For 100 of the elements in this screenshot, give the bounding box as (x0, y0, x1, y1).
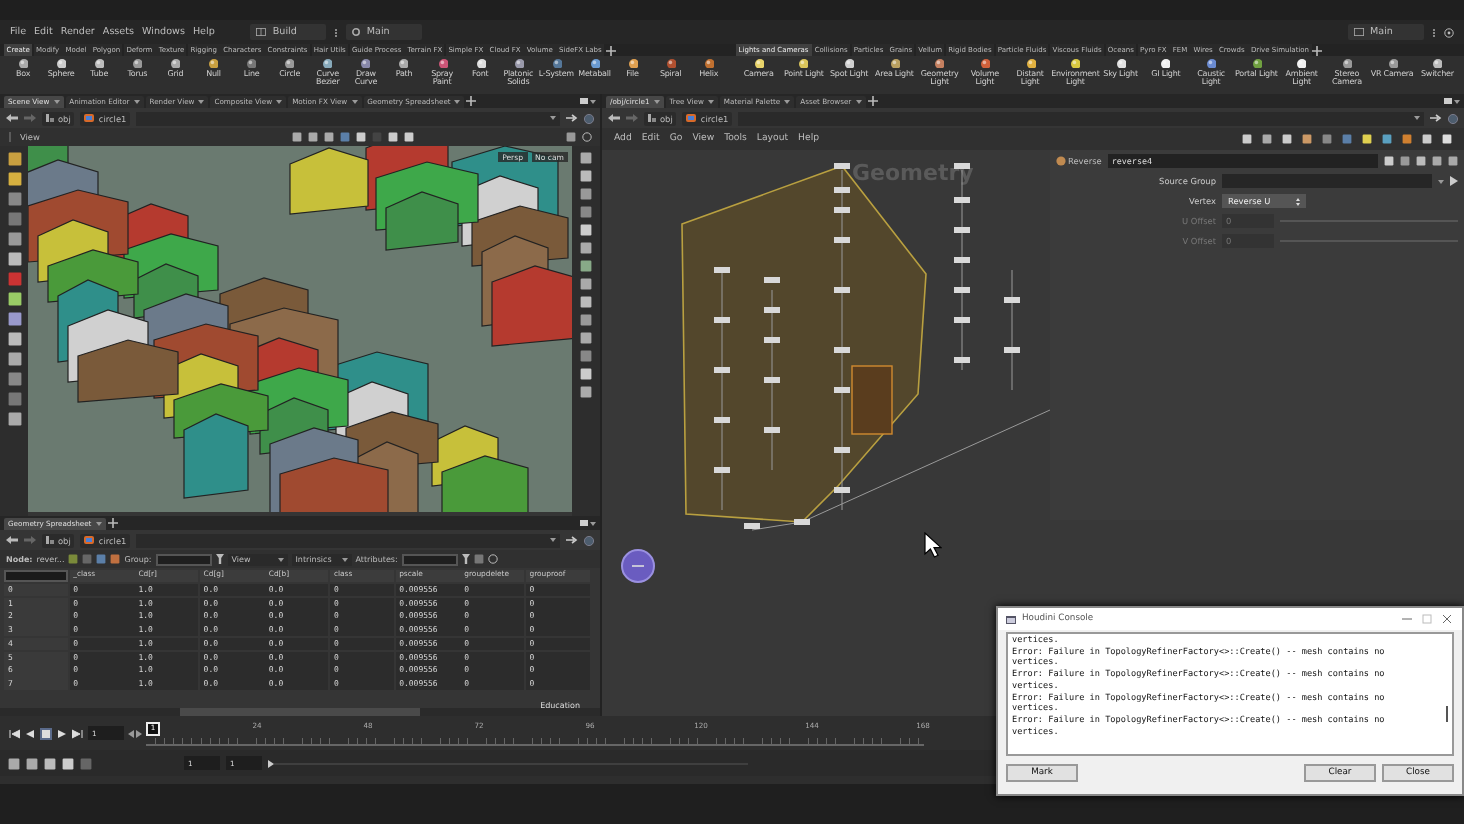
help-icon[interactable] (1444, 27, 1454, 37)
tool-icon (437, 58, 448, 68)
tool-icon (1206, 58, 1217, 68)
caret-icon (1454, 99, 1460, 103)
tool-icon (18, 58, 29, 68)
jump-start-icon[interactable] (8, 727, 20, 739)
tool-icon (513, 58, 524, 68)
caret-icon (590, 99, 596, 103)
tool-icon (1251, 58, 1262, 68)
network-level-icon (46, 114, 54, 122)
gear-icon (352, 28, 361, 36)
stop-icon[interactable] (40, 727, 52, 739)
tool-icon (56, 58, 67, 68)
tool-icon (475, 58, 486, 68)
tool-icon (844, 58, 855, 68)
geometry-node-icon (84, 536, 95, 544)
tool-icon (798, 58, 809, 68)
settings-icon[interactable] (473, 554, 484, 564)
tool-icon (889, 58, 900, 68)
tool-icon (1025, 58, 1036, 68)
plus-icon[interactable] (1312, 45, 1323, 55)
globe-icon[interactable] (1448, 113, 1458, 123)
node-icon[interactable] (68, 554, 79, 564)
back-arrow-icon[interactable] (6, 114, 18, 122)
step-icon[interactable] (128, 729, 142, 737)
tool-icon (753, 58, 764, 68)
tool-icon (551, 58, 562, 68)
plus-icon[interactable] (605, 45, 616, 55)
caret-icon (198, 99, 205, 103)
network-level-icon (46, 536, 54, 544)
caret-icon (133, 99, 140, 103)
tool-icon (1432, 58, 1443, 68)
help-icon[interactable] (487, 554, 498, 564)
plus-icon[interactable] (107, 518, 118, 528)
viewport-option-icon[interactable] (566, 132, 576, 142)
console-window-icon (1006, 615, 1016, 623)
plus-icon[interactable] (466, 96, 477, 106)
caret-icon (277, 557, 284, 561)
tool-icon (132, 58, 143, 68)
pin-icon[interactable] (566, 536, 578, 544)
back-arrow-icon[interactable] (608, 114, 620, 122)
tool-icon (1160, 58, 1171, 68)
plus-icon[interactable] (867, 96, 878, 106)
globe-icon[interactable] (584, 113, 594, 123)
vertices-icon[interactable] (96, 554, 107, 564)
help-icon[interactable] (582, 132, 592, 142)
caret-icon (341, 557, 348, 561)
pin-icon[interactable] (1430, 114, 1442, 122)
tool-icon (1070, 58, 1081, 68)
scrollbar-thumb[interactable] (1446, 706, 1448, 722)
tool-icon (1115, 58, 1126, 68)
tool-icon (589, 58, 600, 68)
pin-icon[interactable] (566, 114, 578, 122)
geometry-node-icon (686, 114, 697, 122)
close-icon[interactable] (1440, 614, 1454, 624)
geometry-node-icon (84, 114, 95, 122)
arrow-icon[interactable] (1450, 176, 1458, 186)
caret-icon (550, 116, 556, 120)
tool-icon (934, 58, 945, 68)
reverse-node-icon (1056, 156, 1066, 166)
tool-icon (1387, 58, 1398, 68)
tool-icon (94, 58, 105, 68)
panes-icon (1354, 28, 1364, 36)
tool-icon (246, 58, 257, 68)
caret-icon (276, 99, 283, 103)
tool-icon (322, 58, 333, 68)
tool-icon (1341, 58, 1352, 68)
caret-icon (590, 521, 596, 525)
network-level-icon (648, 114, 656, 122)
tool-icon (703, 58, 714, 68)
jump-end-icon[interactable] (72, 727, 84, 739)
tool-icon (979, 58, 990, 68)
caret-icon (784, 99, 791, 103)
caret-icon (351, 99, 358, 103)
tool-icon (627, 58, 638, 68)
caret-icon (1414, 116, 1420, 120)
back-arrow-icon[interactable] (6, 536, 18, 544)
step-back-icon[interactable] (24, 727, 36, 739)
caret-icon (1438, 179, 1444, 183)
caret-icon (95, 521, 102, 525)
globe-icon[interactable] (584, 535, 594, 545)
table-corner (4, 570, 68, 583)
panes-icon (256, 28, 267, 36)
tool-icon (208, 58, 219, 68)
caret-icon (550, 538, 556, 542)
grip-icon (8, 132, 14, 142)
primitives-icon[interactable] (110, 554, 121, 564)
tool-icon (284, 58, 295, 68)
tool-icon (1296, 58, 1307, 68)
attributes-field[interactable] (401, 553, 458, 565)
caret-icon (454, 99, 461, 103)
group-field[interactable] (155, 553, 212, 565)
tool-icon (398, 58, 409, 68)
caret-icon (53, 99, 60, 103)
caret-icon (855, 99, 862, 103)
caret-icon (707, 99, 714, 103)
tool-icon (170, 58, 181, 68)
round-node-icon[interactable] (620, 548, 656, 584)
tool-icon (665, 58, 676, 68)
play-icon[interactable] (56, 727, 68, 739)
